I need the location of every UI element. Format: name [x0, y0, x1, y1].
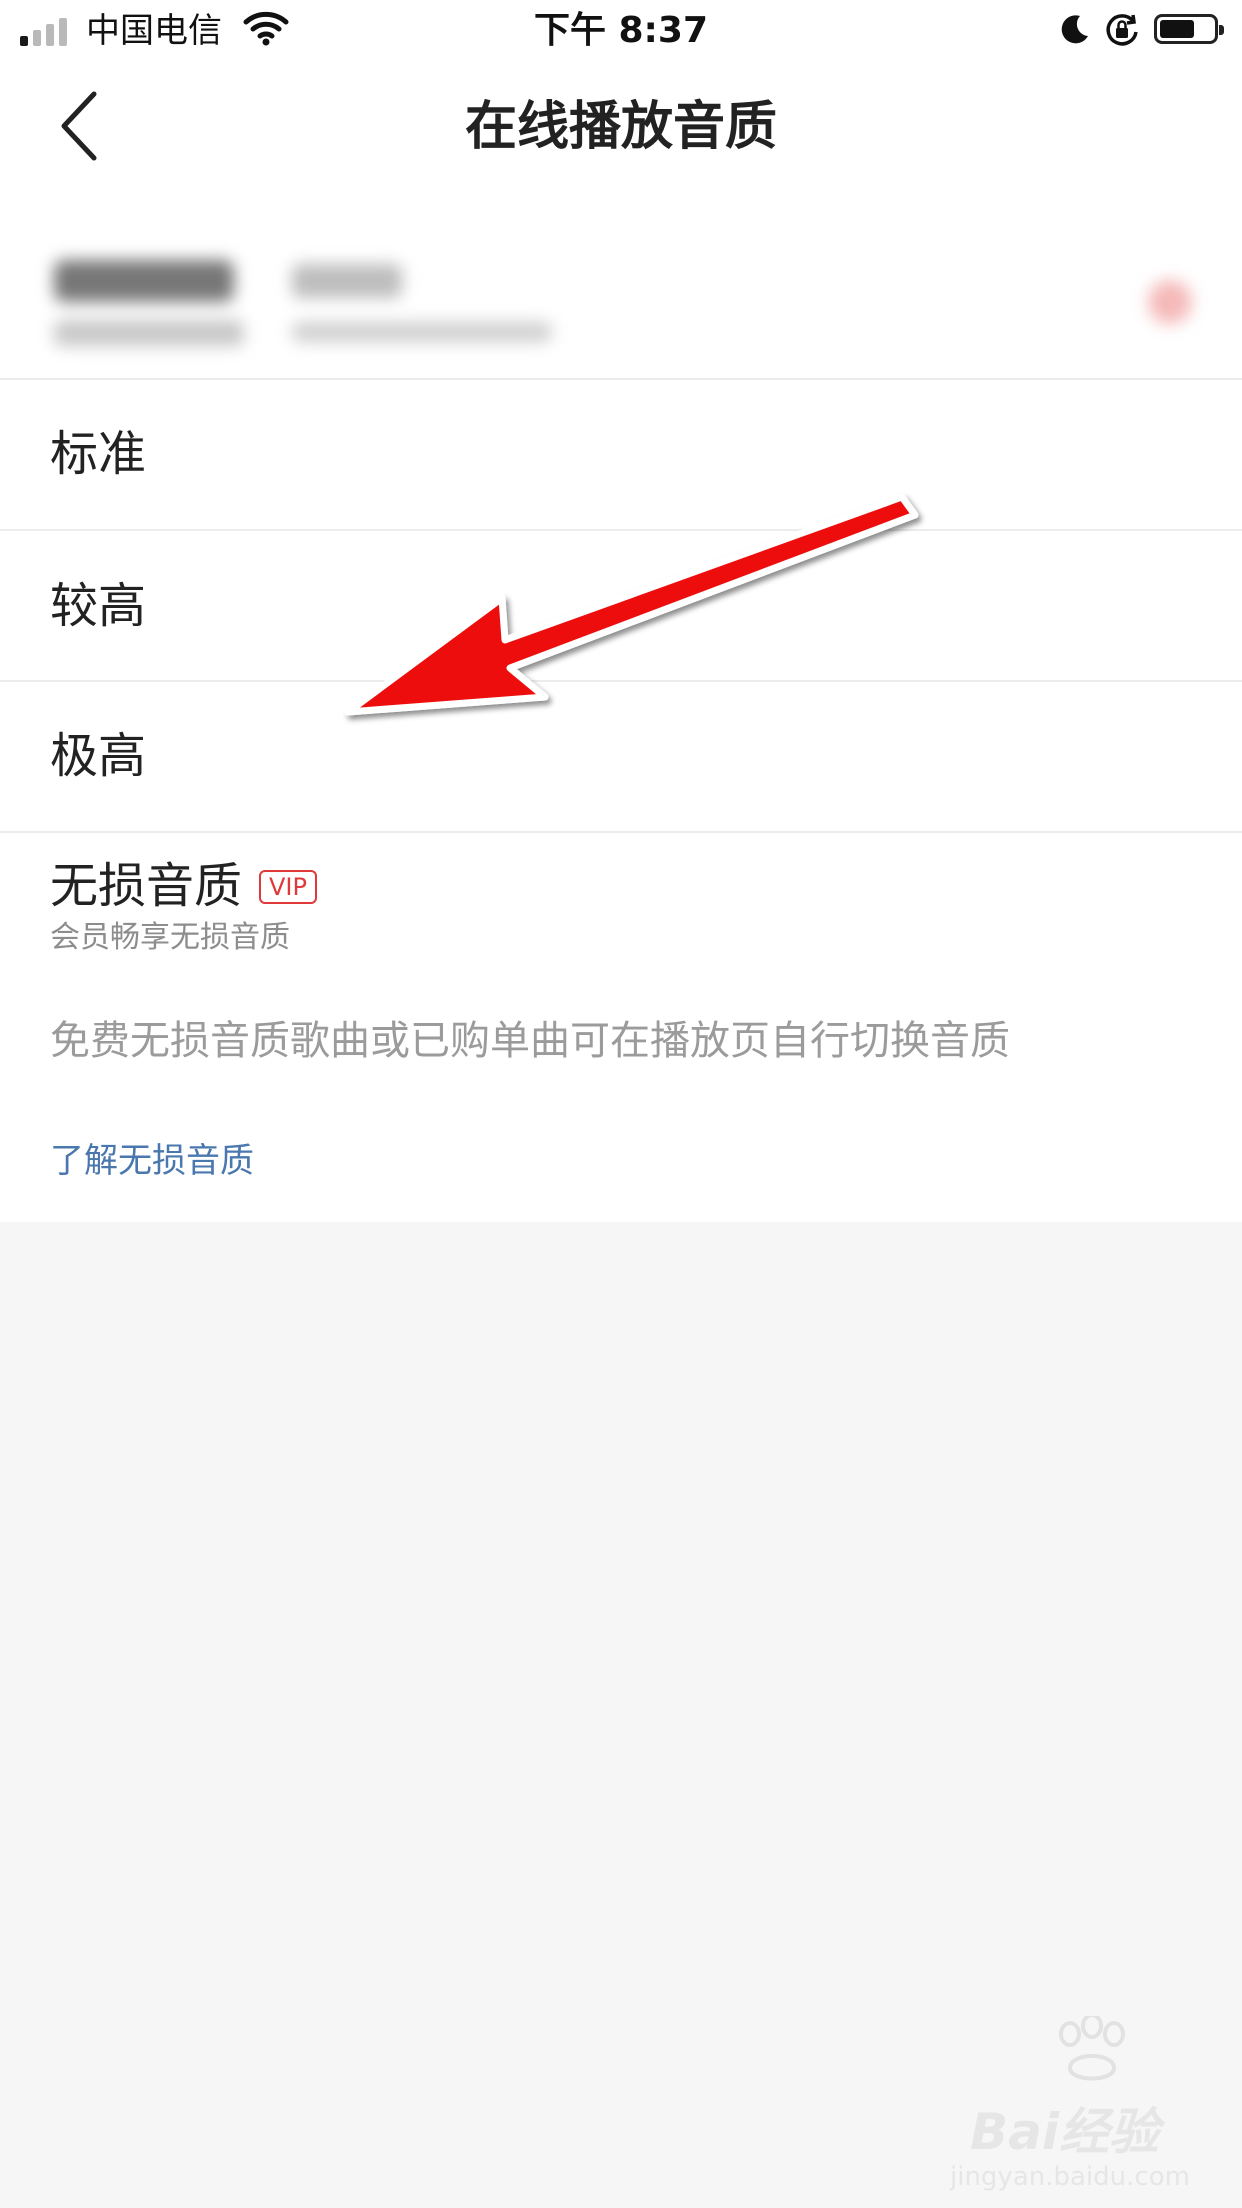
annotation-arrow-icon: [344, 493, 919, 716]
watermark-main: Bai经验: [970, 2103, 1159, 2161]
learn-lossless-link[interactable]: 了解无损音质: [50, 1138, 254, 1184]
lossless-subtitle: 会员畅享无损音质: [50, 920, 290, 955]
paw-logo-icon: [1059, 2016, 1125, 2081]
watermark-sub: jingyan.baidu.com: [950, 2162, 1190, 2192]
lossless-note: 免费无损音质歌曲或已购单曲可在播放页自行切换音质: [50, 1018, 1010, 1064]
